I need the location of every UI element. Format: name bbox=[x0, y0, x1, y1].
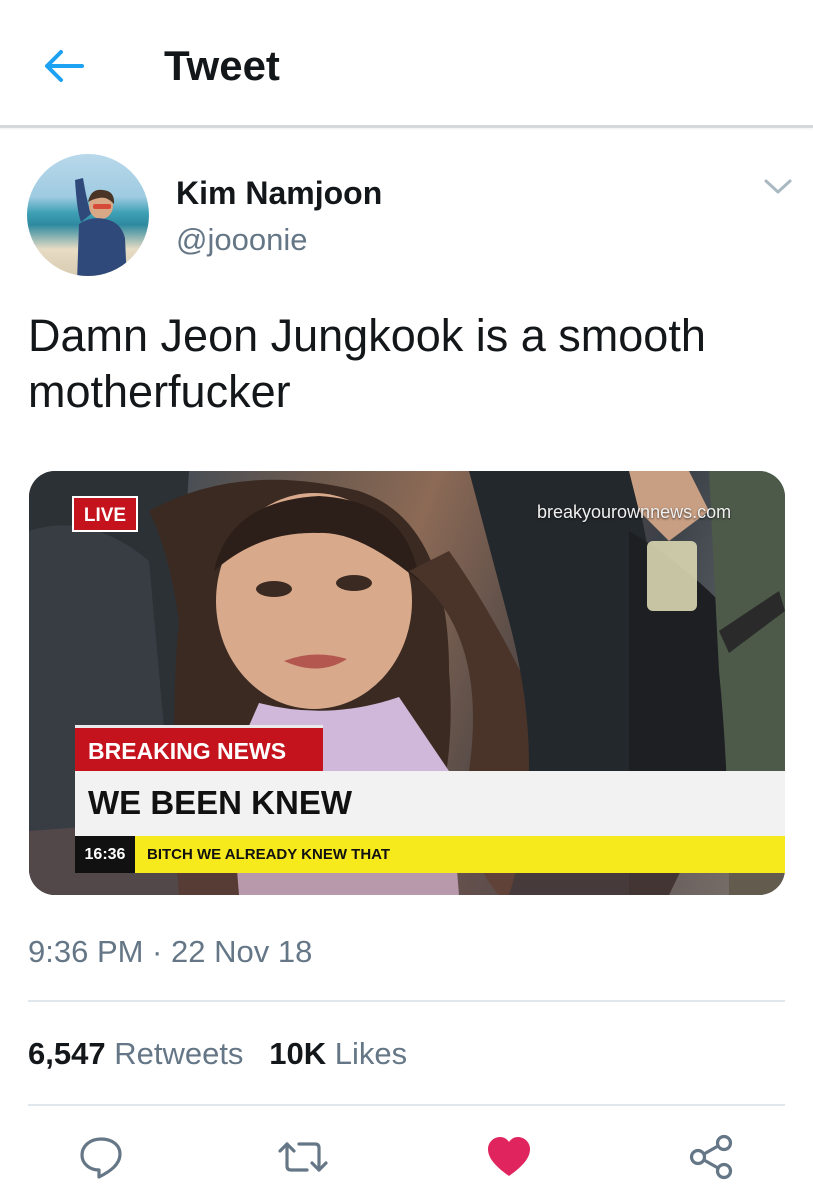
likes-label: Likes bbox=[334, 1036, 408, 1071]
tweet-text: Damn Jeon Jungkook is a smooth motherfuc… bbox=[28, 310, 706, 417]
breaking-news-label: BREAKING NEWS bbox=[75, 725, 323, 771]
reply-icon bbox=[80, 1137, 122, 1179]
divider bbox=[28, 1000, 785, 1002]
top-bar: Tweet bbox=[0, 0, 813, 128]
retweet-icon bbox=[278, 1142, 328, 1172]
retweets-count: 6,547 bbox=[28, 1036, 106, 1071]
media-watermark: breakyourownnews.com bbox=[537, 502, 732, 522]
heart-icon bbox=[488, 1137, 530, 1176]
news-headline: WE BEEN KNEW bbox=[88, 784, 352, 821]
tweet-stats: 6,547 Retweets 10K Likes bbox=[28, 1034, 407, 1074]
ticker-text: BITCH WE ALREADY KNEW THAT bbox=[147, 846, 391, 863]
author-handle[interactable]: @jooonie bbox=[176, 221, 307, 259]
chevron-down-icon bbox=[764, 179, 792, 194]
avatar-photo bbox=[75, 178, 127, 276]
likes-count: 10K bbox=[269, 1036, 327, 1071]
live-badge: LIVE bbox=[72, 496, 138, 532]
back-button[interactable] bbox=[38, 40, 90, 92]
like-button[interactable] bbox=[482, 1130, 536, 1184]
back-arrow-icon bbox=[45, 50, 84, 82]
divider bbox=[28, 1104, 785, 1106]
page-title: Tweet bbox=[164, 42, 280, 89]
tweet-timestamp: 9:36 PM · 22 Nov 18 bbox=[28, 934, 313, 969]
avatar[interactable] bbox=[27, 154, 149, 276]
retweets-label: Retweets bbox=[114, 1036, 244, 1071]
tweet-menu-button[interactable] bbox=[758, 172, 798, 202]
share-button[interactable] bbox=[684, 1130, 738, 1184]
likes-stat[interactable]: 10K Likes bbox=[269, 1034, 407, 1074]
author-name[interactable]: Kim Namjoon bbox=[176, 173, 382, 213]
retweet-button[interactable] bbox=[276, 1130, 330, 1184]
share-icon bbox=[689, 1134, 733, 1180]
ticker-time: 16:36 bbox=[75, 836, 135, 873]
retweets-stat[interactable]: 6,547 Retweets bbox=[28, 1034, 243, 1074]
reply-button[interactable] bbox=[74, 1130, 128, 1184]
